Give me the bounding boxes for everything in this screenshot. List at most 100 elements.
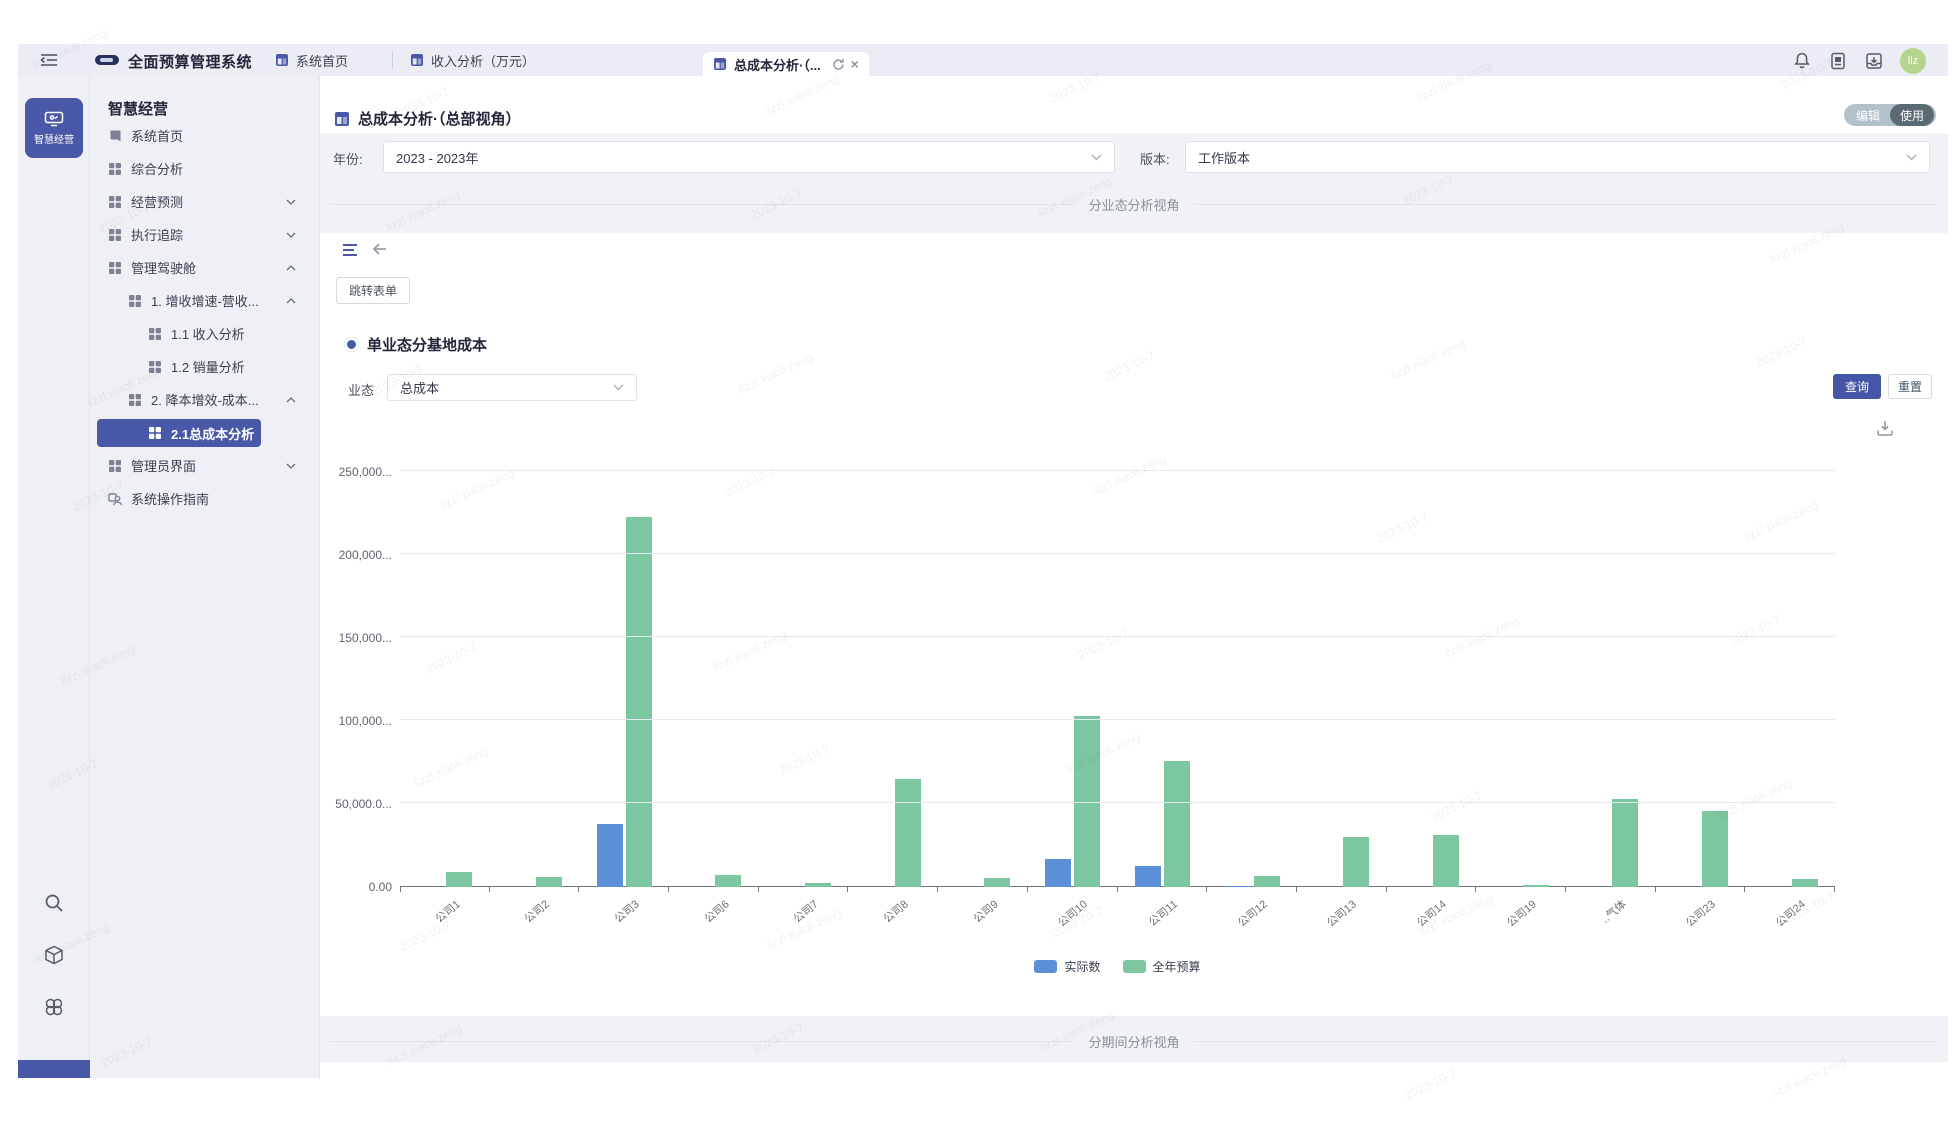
x-axis-label: ..气体: [1597, 896, 1629, 926]
sidebar-item-11[interactable]: 管理员界面: [90, 449, 320, 482]
download-chart-icon[interactable]: [1876, 419, 1894, 437]
collapse-sidebar-icon[interactable]: [40, 52, 58, 68]
tab-2[interactable]: 收入分析（万元）: [410, 44, 535, 76]
radio-selected[interactable]: [344, 337, 359, 352]
gridline: [400, 636, 1835, 637]
back-arrow-icon[interactable]: [372, 241, 388, 257]
components-knot-icon[interactable]: [43, 996, 65, 1018]
sidebar-item-label: 1. 增收增速-营收...: [151, 291, 259, 310]
x-axis-tick: [847, 887, 848, 892]
menu-hamburger-icon[interactable]: [342, 243, 360, 257]
sidebar-item-7[interactable]: 1.1 收入分析: [90, 317, 320, 350]
bar-实际数[interactable]: [597, 824, 623, 887]
bar-全年预算[interactable]: [1164, 761, 1190, 887]
monitor-icon: [44, 111, 64, 127]
bar-全年预算[interactable]: [895, 779, 921, 887]
bar-全年预算[interactable]: [446, 872, 472, 887]
section-divider-bottom-label: 分期间分析视角: [1089, 1032, 1180, 1051]
page-header: 总成本分析·（总部视角） 编辑 使用: [320, 76, 1948, 133]
x-axis-label: 公司10: [1054, 896, 1091, 930]
bar-实际数[interactable]: [1225, 886, 1251, 888]
search-icon[interactable]: [43, 892, 65, 914]
x-axis-tick: [668, 887, 669, 892]
chevron-down-icon: [1091, 154, 1102, 161]
x-axis-tick: [1834, 887, 1835, 892]
x-axis-tick: [1296, 887, 1297, 892]
sidebar-item-3[interactable]: 经营预测: [90, 185, 320, 218]
bar-全年预算[interactable]: [1612, 799, 1638, 887]
module-tile-smart-operation[interactable]: 智慧经营: [25, 98, 83, 158]
mode-edit-button[interactable]: 编辑: [1846, 104, 1890, 126]
sidebar-item-10[interactable]: 2.1总成本分析: [97, 419, 261, 447]
sidebar-item-label: 系统操作指南: [131, 489, 209, 508]
user-avatar[interactable]: liz: [1900, 48, 1926, 74]
y-axis-tick-label: 100,000...: [330, 714, 392, 728]
chart-band-公司8: 公司8: [848, 472, 938, 887]
x-axis-tick: [1386, 887, 1387, 892]
chart-band-公司12: 公司12: [1207, 472, 1297, 887]
bar-group: [669, 875, 759, 887]
tab-close-icon[interactable]: ×: [851, 57, 859, 71]
query-button[interactable]: 查询: [1833, 374, 1881, 399]
bar-全年预算[interactable]: [1343, 837, 1369, 887]
jump-to-form-button[interactable]: 跳转表单: [336, 277, 410, 304]
bar-实际数[interactable]: [1045, 859, 1071, 887]
bar-全年预算[interactable]: [715, 875, 741, 887]
inbox-download-icon[interactable]: [1864, 51, 1884, 71]
bar-group: [1387, 835, 1477, 887]
bar-全年预算[interactable]: [1254, 876, 1280, 887]
reset-button[interactable]: 重置: [1888, 374, 1932, 399]
y-axis-tick-label: 250,000...: [330, 465, 392, 479]
bar-全年预算[interactable]: [1523, 885, 1549, 887]
legend-item-全年预算[interactable]: 全年预算: [1123, 958, 1201, 975]
sidebar-item-9[interactable]: 2. 降本增效-成本...: [90, 383, 320, 416]
bar-全年预算[interactable]: [626, 517, 652, 887]
sidebar-item-1[interactable]: 系统首页: [90, 119, 320, 152]
screen: 全面预算管理系统 系统首页收入分析（万元）总成本分析·（...×: [0, 0, 1955, 1122]
document-icon[interactable]: [1828, 51, 1848, 71]
bar-全年预算[interactable]: [1433, 835, 1459, 887]
sidebar-item-12[interactable]: 系统操作指南: [90, 482, 320, 515]
section-divider-top: 分业态分析视角: [330, 195, 1938, 214]
x-axis-tick: [400, 887, 401, 892]
sidebar-item-4[interactable]: 执行追踪: [90, 218, 320, 251]
chart-band-公司1: 公司1: [400, 472, 490, 887]
bar-全年预算[interactable]: [805, 883, 831, 887]
tab-grid-icon: [410, 53, 424, 67]
bar-全年预算[interactable]: [1702, 811, 1728, 887]
package-icon[interactable]: [43, 944, 65, 966]
grid-icon: [108, 195, 122, 209]
sidebar-item-8[interactable]: 1.2 销量分析: [90, 350, 320, 383]
biz-type-select[interactable]: 总成本: [387, 374, 637, 401]
bar-group: [1207, 876, 1297, 887]
y-axis-tick-label: 150,000...: [330, 631, 392, 645]
tab-1[interactable]: 系统首页: [275, 44, 348, 76]
sidebar-item-2[interactable]: 综合分析: [90, 152, 320, 185]
tab-refresh-icon[interactable]: [832, 58, 845, 71]
legend-item-实际数[interactable]: 实际数: [1034, 958, 1100, 975]
y-axis-tick-label: 50,000.0...: [330, 797, 392, 811]
bar-group: [1476, 885, 1566, 887]
chevron-up-icon: [286, 265, 296, 271]
chart-band-公司14: 公司14: [1387, 472, 1477, 887]
sidebar-item-label: 2. 降本增效-成本...: [151, 390, 259, 409]
version-select[interactable]: 工作版本: [1185, 141, 1930, 173]
app-window: 全面预算管理系统 系统首页收入分析（万元）总成本分析·（...×: [18, 30, 1948, 1078]
year-select[interactable]: 2023 - 2023年: [383, 141, 1115, 173]
bar-全年预算[interactable]: [536, 877, 562, 887]
x-axis-tick: [1206, 887, 1207, 892]
bar-全年预算[interactable]: [984, 878, 1010, 887]
mode-use-button[interactable]: 使用: [1890, 104, 1934, 126]
chevron-down-icon: [1906, 154, 1917, 161]
notification-bell-icon[interactable]: [1792, 51, 1812, 71]
tab-3[interactable]: 总成本分析·（...×: [703, 52, 869, 76]
x-axis-label: 公司23: [1682, 896, 1719, 930]
x-axis-tick: [1027, 887, 1028, 892]
bar-全年预算[interactable]: [1792, 879, 1818, 887]
chart-section-title: 单业态分基地成本: [367, 334, 487, 355]
legend-swatch: [1034, 960, 1057, 973]
bar-实际数[interactable]: [1135, 866, 1161, 887]
sidebar-item-6[interactable]: 1. 增收增速-营收...: [90, 284, 320, 317]
page-grid-icon: [334, 111, 350, 127]
sidebar-item-5[interactable]: 管理驾驶舱: [90, 251, 320, 284]
